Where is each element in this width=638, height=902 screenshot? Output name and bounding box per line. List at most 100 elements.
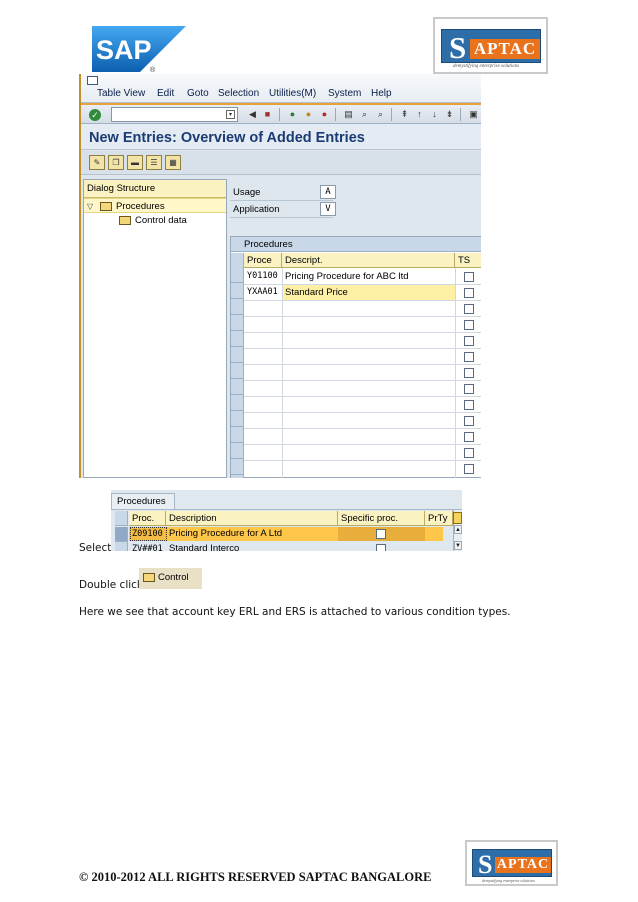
open-folder-icon — [100, 202, 112, 211]
copy-as-icon[interactable]: ❐ — [108, 155, 124, 170]
svg-text:®: ® — [150, 66, 156, 74]
cell-proc[interactable]: Y01100 — [245, 269, 282, 284]
ts-checkbox[interactable] — [464, 320, 474, 330]
tree-node-procedures[interactable]: ▽ Procedures — [84, 198, 226, 213]
usage-field[interactable]: A — [320, 185, 336, 199]
save-icon[interactable]: ■ — [261, 108, 274, 121]
row-selector[interactable] — [231, 428, 243, 443]
column-header-proc[interactable]: Proc. — [129, 511, 166, 526]
dialog-structure-panel: Dialog Structure ▽ Procedures Control da… — [83, 179, 227, 478]
row-selector[interactable] — [231, 380, 243, 395]
row-selector[interactable] — [231, 284, 243, 299]
find-icon[interactable]: ⌕ — [358, 108, 371, 121]
enter-icon[interactable]: ✓ — [89, 109, 101, 121]
application-toolbar: ✎ ❐ ▬ ☰ ▦ — [81, 151, 481, 175]
column-settings-icon[interactable] — [453, 512, 462, 524]
ts-checkbox[interactable] — [464, 400, 474, 410]
double-click-instruction: Double click — [79, 579, 144, 591]
menu-help[interactable]: Help — [371, 88, 392, 99]
menu-edit[interactable]: Edit — [157, 88, 174, 99]
menu-goto[interactable]: Goto — [187, 88, 209, 99]
specific-proc-checkbox[interactable] — [376, 544, 386, 551]
window-menu-icon[interactable] — [87, 76, 98, 85]
cell-proc[interactable]: YXAA01 — [245, 285, 282, 300]
last-page-icon[interactable]: ⇟ — [443, 108, 456, 121]
exit-icon[interactable]: ● — [302, 108, 315, 121]
column-header-specific-proc[interactable]: Specific proc. — [338, 511, 425, 526]
new-session-icon[interactable]: ▣ — [467, 108, 480, 121]
row-selector[interactable] — [231, 412, 243, 427]
column-header-ts[interactable]: TS — [455, 253, 481, 268]
row-divider — [244, 348, 481, 349]
ts-checkbox[interactable] — [464, 432, 474, 442]
menu-selection[interactable]: Selection — [218, 88, 259, 99]
row-selector[interactable] — [231, 444, 243, 459]
row-selector[interactable] — [231, 316, 243, 331]
column-header-proc[interactable]: Proce — [244, 253, 282, 268]
select-all-cell[interactable] — [115, 511, 128, 526]
first-page-icon[interactable]: ⇞ — [398, 108, 411, 121]
ts-checkbox[interactable] — [464, 288, 474, 298]
row-divider — [244, 412, 481, 413]
ts-checkbox[interactable] — [464, 368, 474, 378]
row-selector[interactable] — [231, 332, 243, 347]
select-all-icon[interactable]: ☰ — [146, 155, 162, 170]
saptac-tagline: demystifying enterprise solutions — [453, 64, 520, 69]
scroll-up-icon[interactable]: ▲ — [454, 525, 462, 534]
ts-checkbox[interactable] — [464, 336, 474, 346]
row-selector[interactable] — [231, 348, 243, 363]
ts-checkbox[interactable] — [464, 384, 474, 394]
menu-utilities[interactable]: Utilities(M) — [269, 88, 316, 99]
menu-table-view[interactable]: Table View — [97, 88, 145, 99]
ts-checkbox[interactable] — [464, 464, 474, 474]
cancel-icon[interactable]: ● — [318, 108, 331, 121]
row-selector[interactable] — [115, 542, 128, 551]
scroll-down-icon[interactable]: ▼ — [454, 541, 462, 550]
change-display-icon[interactable]: ✎ — [89, 155, 105, 170]
saptac-tagline: demystifying enterprise solutions — [482, 878, 535, 883]
tree-node-control-data[interactable]: Control data — [84, 213, 226, 228]
ts-checkbox[interactable] — [464, 448, 474, 458]
back-icon[interactable]: ● — [286, 108, 299, 121]
select-block-icon[interactable]: ▦ — [165, 155, 181, 170]
cell-description: Standard Interco — [169, 543, 240, 551]
row-divider — [244, 300, 481, 301]
application-field[interactable]: V — [320, 202, 336, 216]
tree-node-label: Control data — [135, 215, 187, 226]
previous-page-icon[interactable]: ↑ — [413, 108, 426, 121]
command-field[interactable]: ▾ — [111, 107, 238, 122]
print-icon[interactable]: ▤ — [342, 108, 355, 121]
menu-system[interactable]: System — [328, 88, 361, 99]
row-selector[interactable] — [231, 396, 243, 411]
ts-checkbox[interactable] — [464, 272, 474, 282]
cell-description-active[interactable]: Standard Price — [283, 285, 455, 300]
ts-checkbox[interactable] — [464, 416, 474, 426]
command-dropdown-icon[interactable]: ▾ — [226, 110, 235, 119]
control-folder-screenshot[interactable]: Control — [139, 568, 202, 589]
row-selector[interactable] — [231, 268, 243, 283]
procedures-tab[interactable]: Procedures — [111, 493, 175, 509]
saptac-logo-text: APTAC — [470, 39, 540, 59]
column-header-description[interactable]: Description — [166, 511, 338, 526]
row-divider — [244, 380, 481, 381]
specific-proc-checkbox[interactable] — [376, 529, 386, 539]
saptac-logo-box: S APTAC — [441, 29, 541, 63]
back-triangle-icon[interactable]: ◀ — [246, 108, 259, 121]
row-divider — [244, 444, 481, 445]
copyright-footer: © 2010-2012 ALL RIGHTS RESERVED SAPTAC B… — [79, 870, 432, 884]
ts-checkbox[interactable] — [464, 352, 474, 362]
column-header-prty[interactable]: PrTy — [425, 511, 453, 526]
row-selector[interactable] — [231, 460, 243, 475]
column-header-description[interactable]: Descript. — [282, 253, 455, 268]
delete-icon[interactable]: ▬ — [127, 155, 143, 170]
ts-checkbox[interactable] — [464, 304, 474, 314]
row-selector[interactable] — [231, 364, 243, 379]
collapse-triangle-icon[interactable]: ▽ — [87, 199, 93, 214]
next-page-icon[interactable]: ↓ — [428, 108, 441, 121]
row-selector-selected[interactable] — [115, 527, 128, 542]
saptac-logo-s: S — [449, 30, 467, 65]
svg-text:SAP: SAP — [96, 35, 152, 65]
row-selector[interactable] — [231, 300, 243, 315]
cell-description[interactable]: Pricing Procedure for ABC ltd — [283, 269, 455, 284]
find-next-icon[interactable]: ⌕ — [374, 108, 387, 121]
